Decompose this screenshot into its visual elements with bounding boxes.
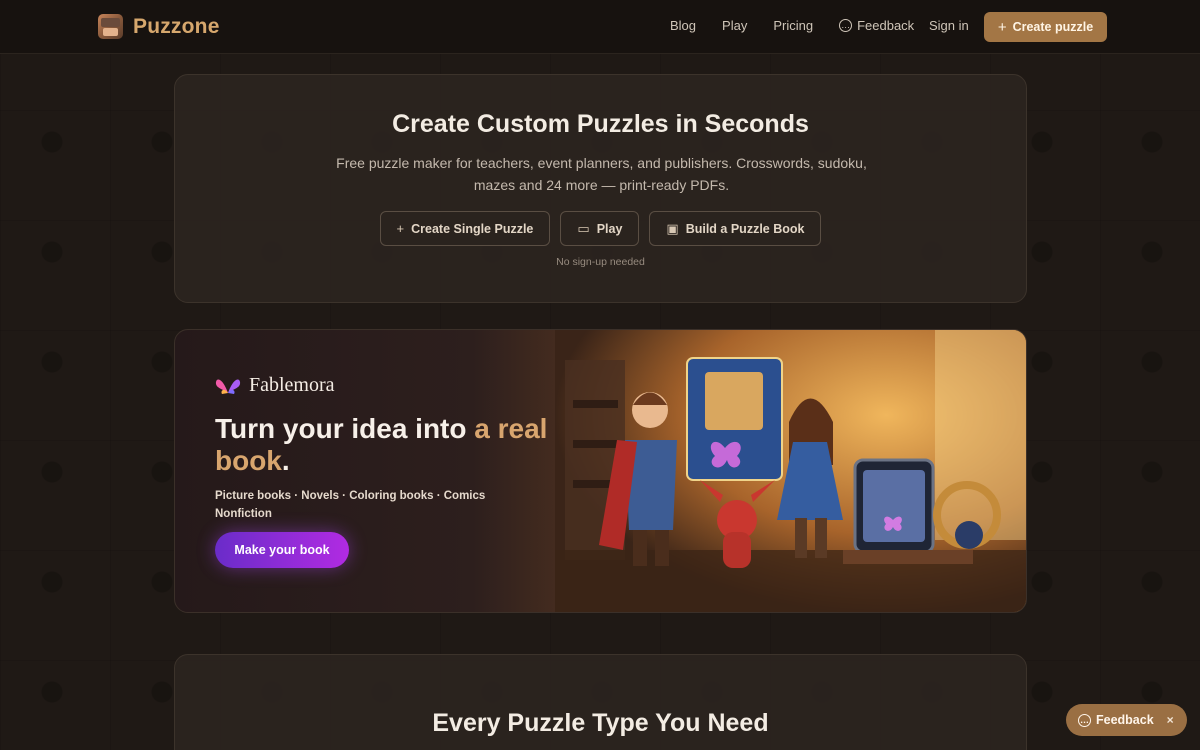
gamepad-icon: ▭ [577,220,590,236]
puzzle-types-title: Every Puzzle Type You Need [432,709,769,737]
promo-heading-gold-2: book [215,445,282,476]
plus-icon: + [997,18,1007,36]
floating-feedback-label: Feedback [1096,713,1154,727]
chat-icon: … [1078,713,1091,727]
build-puzzle-book-label: Build a Puzzle Book [685,221,805,236]
hero-subtitle: Free puzzle maker for teachers, event pl… [336,155,867,193]
nav-link-play[interactable]: Play [722,18,747,33]
hero-title: Create Custom Puzzles in Seconds [392,110,809,138]
nav-link-pricing[interactable]: Pricing [773,18,813,33]
promo-content: Fablemora Turn your idea into a real boo… [215,374,575,523]
play-button[interactable]: ▭ Play [560,211,640,246]
promo-heading-main: Turn your idea into [215,413,475,444]
nav-links: Blog Play Pricing … Feedback [670,18,914,33]
create-single-puzzle-label: Create Single Puzzle [411,221,534,236]
book-icon: ▣ [666,220,679,236]
fablemora-promo-card[interactable]: Fablemora Turn your idea into a real boo… [174,329,1027,613]
book-types: Picture books · Novels · Coloring books … [215,487,575,523]
brand-name: Puzzone [133,14,220,38]
build-puzzle-book-button[interactable]: ▣ Build a Puzzle Book [649,211,822,246]
promo-heading-gold-1: a real [474,413,548,444]
chat-icon: … [839,19,853,32]
promo-heading: Turn your idea into a real book. [215,413,575,477]
nav-feedback-label: Feedback [857,18,915,33]
create-single-puzzle-button[interactable]: + Create Single Puzzle [379,211,551,246]
promo-heading-end: . [281,445,290,476]
fablemora-name: Fablemora [249,374,335,396]
close-icon[interactable]: × [1167,713,1174,727]
puzzle-logo-icon [98,14,123,39]
sign-in-link[interactable]: Sign in [929,18,969,33]
book-types-line-1: Picture books · Novels · Coloring books … [215,490,486,502]
book-types-line-2: Nonfiction [215,508,272,520]
floating-feedback-button[interactable]: … Feedback × [1066,704,1187,736]
hero-buttons: + Create Single Puzzle ▭ Play ▣ Build a … [175,211,1026,246]
puzzle-types-card: Every Puzzle Type You Need [174,654,1027,750]
plus-icon: + [396,221,405,236]
butterfly-icon [215,379,241,394]
hero-note: No sign-up needed [556,256,645,268]
brand[interactable]: Puzzone [98,14,220,39]
play-label: Play [596,221,623,236]
fablemora-logo: Fablemora [215,374,575,397]
top-navbar: Puzzone Blog Play Pricing … Feedback Sig… [0,0,1200,54]
nav-link-feedback[interactable]: … Feedback [839,18,914,33]
create-puzzle-button[interactable]: + Create puzzle [984,12,1107,42]
nav-link-blog[interactable]: Blog [670,18,696,33]
make-your-book-button[interactable]: Make your book [215,532,349,568]
hero-card: Create Custom Puzzles in Seconds Free pu… [174,74,1027,303]
promo-illustration [555,330,1026,612]
create-puzzle-label: Create puzzle [1012,20,1094,34]
